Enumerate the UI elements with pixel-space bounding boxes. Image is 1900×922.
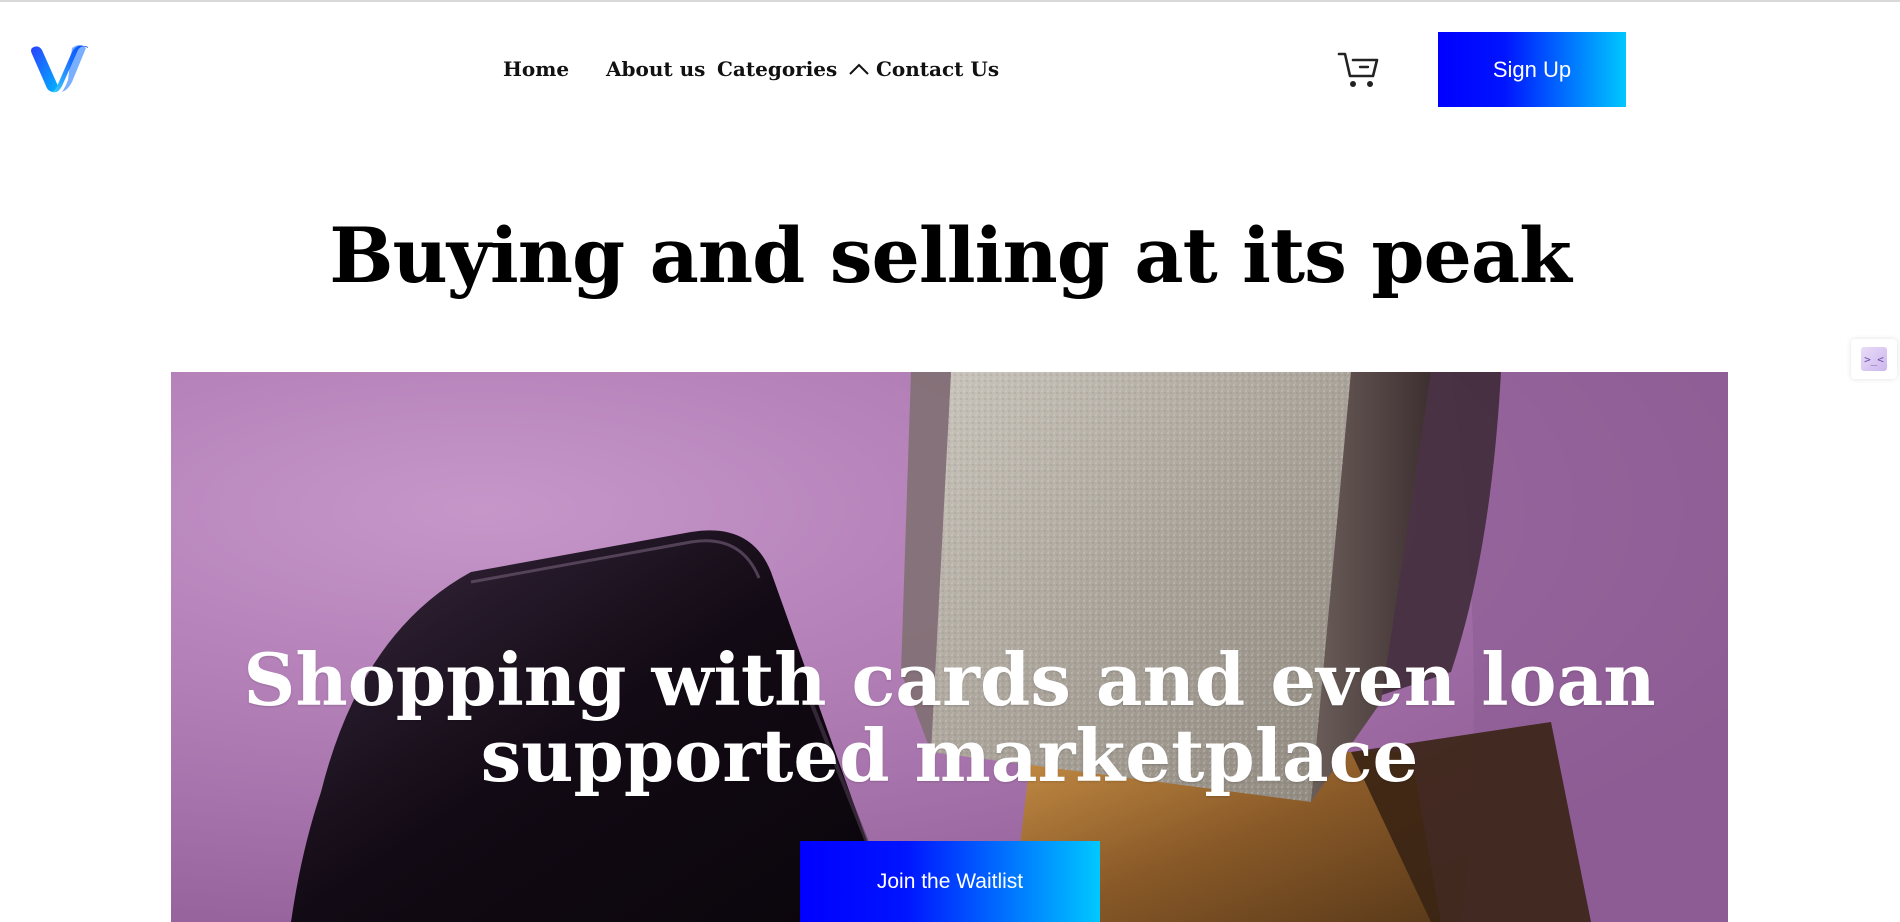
extension-widget[interactable]: >_<: [1851, 339, 1897, 379]
hero-title: Buying and selling at its peak: [329, 211, 1572, 300]
nav-categories[interactable]: Categories: [717, 54, 870, 84]
extension-icon: >_<: [1861, 347, 1887, 371]
nav-categories-label: Categories: [717, 57, 838, 81]
hero-banner: Shopping with cards and even loan suppor…: [171, 372, 1728, 922]
nav-about-us[interactable]: About us: [606, 54, 705, 84]
top-divider: [0, 0, 1900, 2]
sign-up-button[interactable]: Sign Up: [1438, 32, 1626, 107]
v-logo-icon[interactable]: [28, 42, 92, 98]
nav-contact-us[interactable]: Contact Us: [876, 54, 999, 84]
banner-headline: Shopping with cards and even loan suppor…: [243, 637, 1656, 798]
nav-home[interactable]: Home: [503, 54, 569, 84]
cart-icon[interactable]: [1336, 48, 1382, 90]
chevron-up-icon: [849, 63, 869, 75]
join-waitlist-button[interactable]: Join the Waitlist: [800, 841, 1100, 922]
